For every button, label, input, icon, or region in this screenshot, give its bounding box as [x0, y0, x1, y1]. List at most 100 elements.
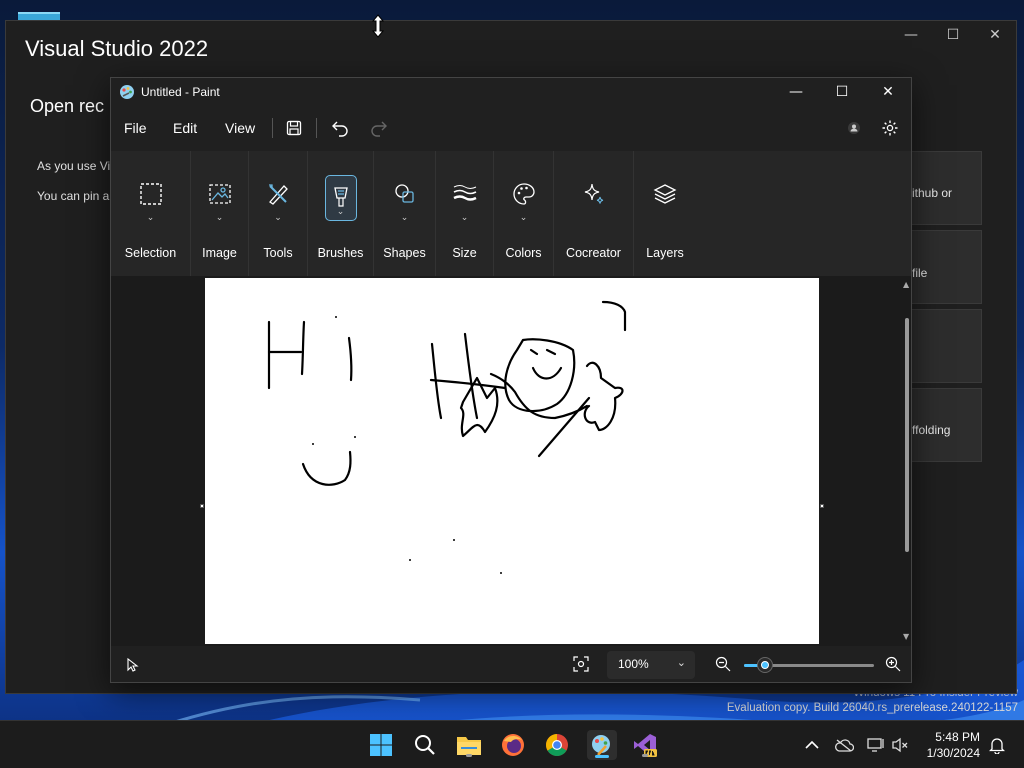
- vs-recent-hint: As you use Vis: [37, 159, 117, 173]
- clock-date: 1/30/2024: [926, 746, 980, 760]
- ribbon-brushes-label: Brushes: [317, 246, 364, 260]
- network-icon: [867, 738, 884, 752]
- zoom-level-dropdown[interactable]: 100% ⌄: [607, 651, 695, 679]
- shapes-icon: [394, 184, 414, 203]
- firefox-icon: [502, 734, 524, 756]
- zoom-slider[interactable]: [744, 658, 874, 672]
- bell-icon: [989, 738, 1005, 754]
- fit-to-window-button[interactable]: [573, 656, 589, 676]
- redo-button[interactable]: [366, 116, 392, 140]
- vs-caption-buttons: — ☐ ✕: [890, 21, 1016, 49]
- ribbon-shapes[interactable]: ⌄ Shapes: [374, 151, 436, 276]
- account-button[interactable]: [841, 116, 867, 140]
- paint-minimize-button[interactable]: —: [773, 78, 819, 106]
- taskbar-clock[interactable]: 5:48 PM 1/30/2024: [916, 729, 980, 761]
- vs-card-label: ithub or: [912, 186, 953, 200]
- vs-start-card-clone[interactable]: ithub or: [911, 151, 982, 225]
- notifications-button[interactable]: [985, 731, 1009, 759]
- redo-icon: [371, 121, 387, 137]
- pointer-icon: [127, 658, 139, 672]
- drawing-canvas[interactable]: [205, 278, 819, 644]
- chevron-down-icon: ⌄: [519, 213, 528, 223]
- zoom-out-button[interactable]: [715, 656, 731, 676]
- menu-file[interactable]: File: [124, 120, 147, 136]
- show-hidden-icons-button[interactable]: [799, 731, 825, 759]
- onedrive-tray[interactable]: [831, 731, 857, 759]
- zoom-slider-thumb[interactable]: [757, 658, 772, 672]
- paint-ribbon: ⌄ Selection ⌄ Image ⌄ Tools ⌄ Brushes ⌄ …: [111, 151, 911, 276]
- ribbon-colors[interactable]: ⌄ Colors: [494, 151, 554, 276]
- canvas-workspace: ▲ ▼: [111, 276, 911, 646]
- ribbon-layers[interactable]: ⌄ Layers: [634, 151, 696, 276]
- cloud-icon: [835, 739, 854, 752]
- active-indicator: [595, 755, 609, 758]
- ribbon-shapes-label: Shapes: [383, 246, 426, 260]
- paint-titlebar[interactable]: Untitled - Paint — ☐ ✕: [111, 78, 911, 108]
- ribbon-size[interactable]: ⌄ Size: [436, 151, 494, 276]
- paint-close-button[interactable]: ✕: [865, 78, 911, 106]
- canvas-resize-handle-left[interactable]: [200, 504, 204, 508]
- start-button[interactable]: [367, 731, 395, 759]
- ribbon-tools-label: Tools: [263, 246, 293, 260]
- save-button[interactable]: [281, 116, 307, 140]
- taskbar-paint[interactable]: [587, 730, 617, 760]
- sparkle-icon: [584, 183, 603, 204]
- ribbon-cocreator[interactable]: ⌄ Cocreator: [554, 151, 634, 276]
- paint-icon: [592, 735, 610, 756]
- vs-open-recent-heading: Open rec: [30, 96, 105, 116]
- ribbon-cocreator-label: Cocreator: [566, 246, 621, 260]
- resize-cursor-icon: [371, 14, 385, 38]
- vs-minimize-button[interactable]: —: [890, 21, 932, 49]
- taskbar-file-explorer[interactable]: [455, 731, 483, 759]
- fit-to-window-icon: [573, 656, 589, 672]
- zoom-level-value: 100%: [618, 657, 649, 671]
- speaker-muted-icon: [892, 737, 908, 753]
- menu-edit[interactable]: Edit: [173, 120, 197, 136]
- canvas-vertical-scrollbar[interactable]: ▲ ▼: [903, 280, 911, 642]
- settings-button[interactable]: [877, 116, 903, 140]
- search-button[interactable]: [411, 731, 439, 759]
- vs-start-card-open-file[interactable]: file: [911, 230, 982, 304]
- windows-start-icon: [370, 734, 392, 756]
- chevron-down-icon: ⌄: [215, 213, 224, 223]
- canvas-resize-handle-right[interactable]: [820, 504, 824, 508]
- search-icon: [415, 735, 435, 755]
- layers-icon: [653, 184, 677, 204]
- vs-maximize-button[interactable]: ☐: [932, 21, 974, 49]
- zoom-in-button[interactable]: [885, 656, 901, 676]
- network-tray[interactable]: [863, 731, 889, 759]
- volume-tray[interactable]: [887, 731, 913, 759]
- chevron-down-icon: ⌄: [146, 213, 155, 223]
- ribbon-image[interactable]: ⌄ Image: [191, 151, 249, 276]
- scroll-down-icon[interactable]: ▼: [903, 632, 909, 641]
- running-indicator: [642, 754, 648, 757]
- vs-close-button[interactable]: ✕: [974, 21, 1016, 49]
- chevron-down-icon: ⌄: [460, 213, 469, 223]
- menu-separator: [272, 118, 273, 138]
- scroll-up-icon[interactable]: ▲: [903, 280, 909, 289]
- vs-card-label: file: [912, 266, 928, 280]
- menu-view[interactable]: View: [225, 120, 255, 136]
- chevron-down-icon: ⌄: [400, 213, 409, 223]
- taskbar-firefox[interactable]: [499, 731, 527, 759]
- zoom-in-icon: [885, 656, 901, 672]
- taskbar-chrome[interactable]: [543, 731, 571, 759]
- paint-menu-bar: File Edit View: [111, 110, 911, 146]
- menu-separator: [316, 118, 317, 138]
- folder-icon: [457, 737, 481, 755]
- undo-button[interactable]: [327, 116, 353, 140]
- paint-status-bar: 100% ⌄: [111, 646, 911, 682]
- chrome-icon: [546, 734, 568, 756]
- ribbon-brushes[interactable]: ⌄ Brushes: [308, 151, 374, 276]
- stray-dots: [312, 316, 502, 574]
- paint-maximize-button[interactable]: ☐: [819, 78, 865, 106]
- ribbon-selection[interactable]: ⌄ Selection: [111, 151, 191, 276]
- vs-start-card-folder[interactable]: [911, 309, 982, 383]
- taskbar-visual-studio-preview[interactable]: [631, 731, 659, 759]
- palette-icon: [512, 183, 535, 205]
- ribbon-selection-label: Selection: [124, 246, 177, 260]
- scrollbar-thumb[interactable]: [905, 318, 909, 552]
- paint-app-icon: [120, 85, 134, 99]
- ribbon-tools[interactable]: ⌄ Tools: [249, 151, 308, 276]
- vs-start-card-new-project[interactable]: ffolding: [911, 388, 982, 462]
